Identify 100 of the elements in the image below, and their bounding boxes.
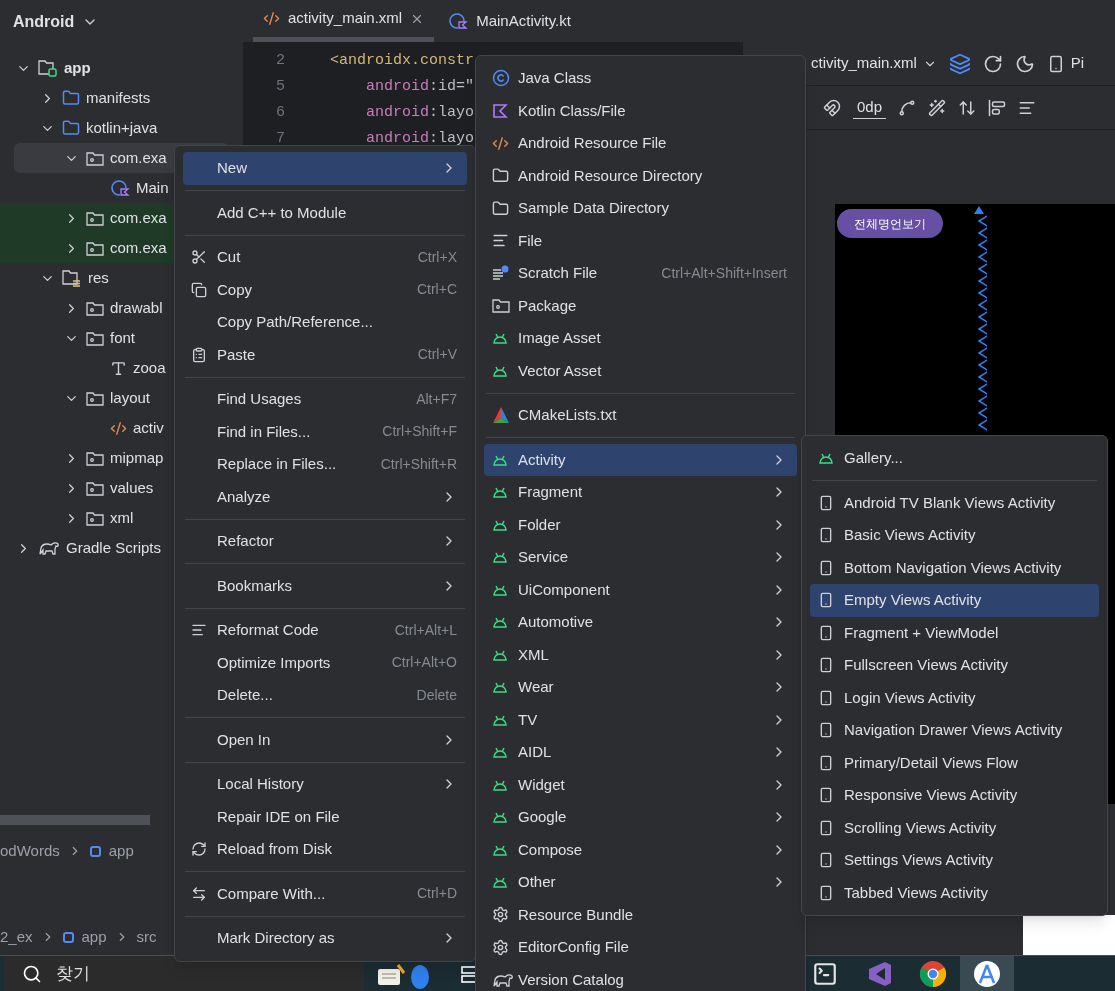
menu-item[interactable]: Replace in Files... Ctrl+Shift+R: [183, 448, 467, 481]
menu-item[interactable]: Kotlin Class/File: [484, 94, 797, 127]
menu-item[interactable]: Compose: [484, 833, 797, 866]
menu-item[interactable]: CMakeLists.txt: [484, 399, 797, 432]
default-margin-field[interactable]: 0dp: [853, 95, 887, 120]
panel-title[interactable]: Android: [13, 10, 75, 34]
menu-item[interactable]: Vector Asset: [484, 354, 797, 387]
horizontal-scrollbar[interactable]: [0, 815, 150, 825]
menu-item[interactable]: Open In: [183, 723, 467, 756]
menu-item[interactable]: Local History: [183, 768, 467, 801]
android-icon: [492, 485, 508, 500]
menu-item[interactable]: Scrolling Views Activity: [810, 811, 1099, 844]
kotlin-class-icon: [448, 12, 469, 30]
magic-wand-icon[interactable]: [928, 98, 947, 117]
menu-item[interactable]: Android Resource Directory: [484, 159, 797, 192]
menu-item[interactable]: Find in Files... Ctrl+Shift+F: [183, 415, 467, 448]
menu-item[interactable]: Reload from Disk: [183, 833, 467, 866]
breadcrumb-item[interactable]: app: [108, 839, 134, 863]
tree-item[interactable]: manifests: [0, 83, 243, 113]
tree-item[interactable]: app: [0, 53, 243, 83]
menu-item[interactable]: Java Class: [484, 62, 797, 95]
phone-icon: [818, 559, 834, 576]
menu-item[interactable]: Paste Ctrl+V: [183, 338, 467, 371]
menu-item[interactable]: Find Usages Alt+F7: [183, 383, 467, 416]
menu-item[interactable]: Empty Views Activity: [810, 584, 1099, 617]
cmake-icon: [492, 406, 510, 425]
menu-item[interactable]: Tabbed Views Activity: [810, 876, 1099, 909]
editor-tab[interactable]: MainActivity.kt: [438, 0, 581, 42]
moon-icon[interactable]: [1014, 53, 1035, 74]
tree-item[interactable]: kotlin+java: [0, 113, 243, 143]
scissors-icon: [191, 249, 207, 266]
menu-item[interactable]: Automotive: [484, 606, 797, 639]
menu-item[interactable]: EditorConfig File: [484, 931, 797, 964]
android-studio-icon[interactable]: [960, 955, 1014, 991]
menu-item[interactable]: Android Resource File: [484, 127, 797, 160]
menu-item[interactable]: Copy Path/Reference...: [183, 306, 467, 339]
folder-icon: [62, 89, 80, 107]
menu-item[interactable]: Resource Bundle: [484, 898, 797, 931]
menu-item[interactable]: Other: [484, 866, 797, 899]
menu-item[interactable]: UiComponent: [484, 573, 797, 606]
phone-icon: [818, 624, 834, 641]
keyboard-shortcut: Ctrl+Alt+L: [394, 620, 457, 640]
keyboard-shortcut: Ctrl+V: [417, 345, 457, 365]
keyboard-shortcut: Ctrl+Shift+F: [382, 422, 457, 442]
menu-item[interactable]: Version Catalog: [484, 963, 797, 991]
breadcrumb-item[interactable]: 2_ex: [0, 925, 33, 949]
menu-item[interactable]: Login Views Activity: [810, 681, 1099, 714]
menu-item[interactable]: Compare With... Ctrl+D: [183, 877, 467, 910]
menu-item[interactable]: Settings Views Activity: [810, 844, 1099, 877]
code-icon: [263, 10, 280, 27]
menu-item[interactable]: Google: [484, 801, 797, 834]
menu-item[interactable]: Fragment + ViewModel: [810, 616, 1099, 649]
menu-item[interactable]: Bottom Navigation Views Activity: [810, 551, 1099, 584]
menu-item[interactable]: Mark Directory as: [183, 922, 467, 955]
menu-item[interactable]: Optimize Imports Ctrl+Alt+O: [183, 646, 467, 679]
menu-item[interactable]: Primary/Detail Views Flow: [810, 746, 1099, 779]
menu-item[interactable]: AIDL: [484, 736, 797, 769]
rotate-icon[interactable]: [982, 53, 1003, 74]
align-icon[interactable]: [988, 98, 1007, 117]
menu-item[interactable]: New: [183, 152, 467, 185]
menu-item[interactable]: Fragment: [484, 476, 797, 509]
layers-icon[interactable]: [948, 52, 971, 75]
menu-item[interactable]: Activity: [484, 443, 797, 476]
keyboard-shortcut: Ctrl+D: [416, 884, 457, 904]
menu-item[interactable]: Responsive Views Activity: [810, 779, 1099, 812]
menu-item[interactable]: Navigation Drawer Views Activity: [810, 714, 1099, 747]
menu-item[interactable]: Package: [484, 289, 797, 322]
menu-item[interactable]: Android TV Blank Views Activity: [810, 486, 1099, 519]
keyboard-shortcut: Alt+F7: [416, 389, 457, 409]
menu-item[interactable]: XML: [484, 638, 797, 671]
menu-item[interactable]: Basic Views Activity: [810, 519, 1099, 552]
android-icon: [492, 550, 508, 565]
menu-item[interactable]: File: [484, 224, 797, 257]
search-icon: [22, 963, 42, 984]
menu-item[interactable]: Delete... Delete: [183, 679, 467, 712]
preview-button[interactable]: 전체명언보기: [837, 209, 943, 238]
menu-item[interactable]: Wear: [484, 671, 797, 704]
menu-item[interactable]: Scratch File Ctrl+Alt+Shift+Insert: [484, 257, 797, 290]
breadcrumb-item[interactable]: app: [81, 925, 107, 949]
gear-icon: [492, 906, 509, 924]
breadcrumb-item[interactable]: src: [136, 925, 157, 949]
package-icon: [86, 450, 104, 466]
menu-item[interactable]: Sample Data Directory: [484, 192, 797, 225]
menu-item[interactable]: Copy Ctrl+C: [183, 273, 467, 306]
menu-item[interactable]: Fullscreen Views Activity: [810, 649, 1099, 682]
menu-item[interactable]: Widget: [484, 768, 797, 801]
menu-item[interactable]: Bookmarks: [183, 569, 467, 602]
menu-item[interactable]: TV: [484, 703, 797, 736]
package-icon: [86, 390, 104, 406]
menu-item[interactable]: Repair IDE on File: [183, 800, 467, 833]
menu-item[interactable]: Folder: [484, 508, 797, 541]
breadcrumb-item[interactable]: odWords: [0, 839, 60, 863]
menu-item[interactable]: Reformat Code Ctrl+Alt+L: [183, 614, 467, 647]
device-selector[interactable]: Pi: [1046, 52, 1085, 75]
code-icon: [492, 134, 509, 152]
menu-item[interactable]: Service: [484, 541, 797, 574]
layout-file-dropdown[interactable]: ctivity_main.xml: [811, 52, 937, 75]
menu-item[interactable]: Image Asset: [484, 322, 797, 355]
menu-item[interactable]: Gallery...: [810, 442, 1099, 475]
keyboard-shortcut: Ctrl+Alt+Shift+Insert: [661, 263, 787, 283]
